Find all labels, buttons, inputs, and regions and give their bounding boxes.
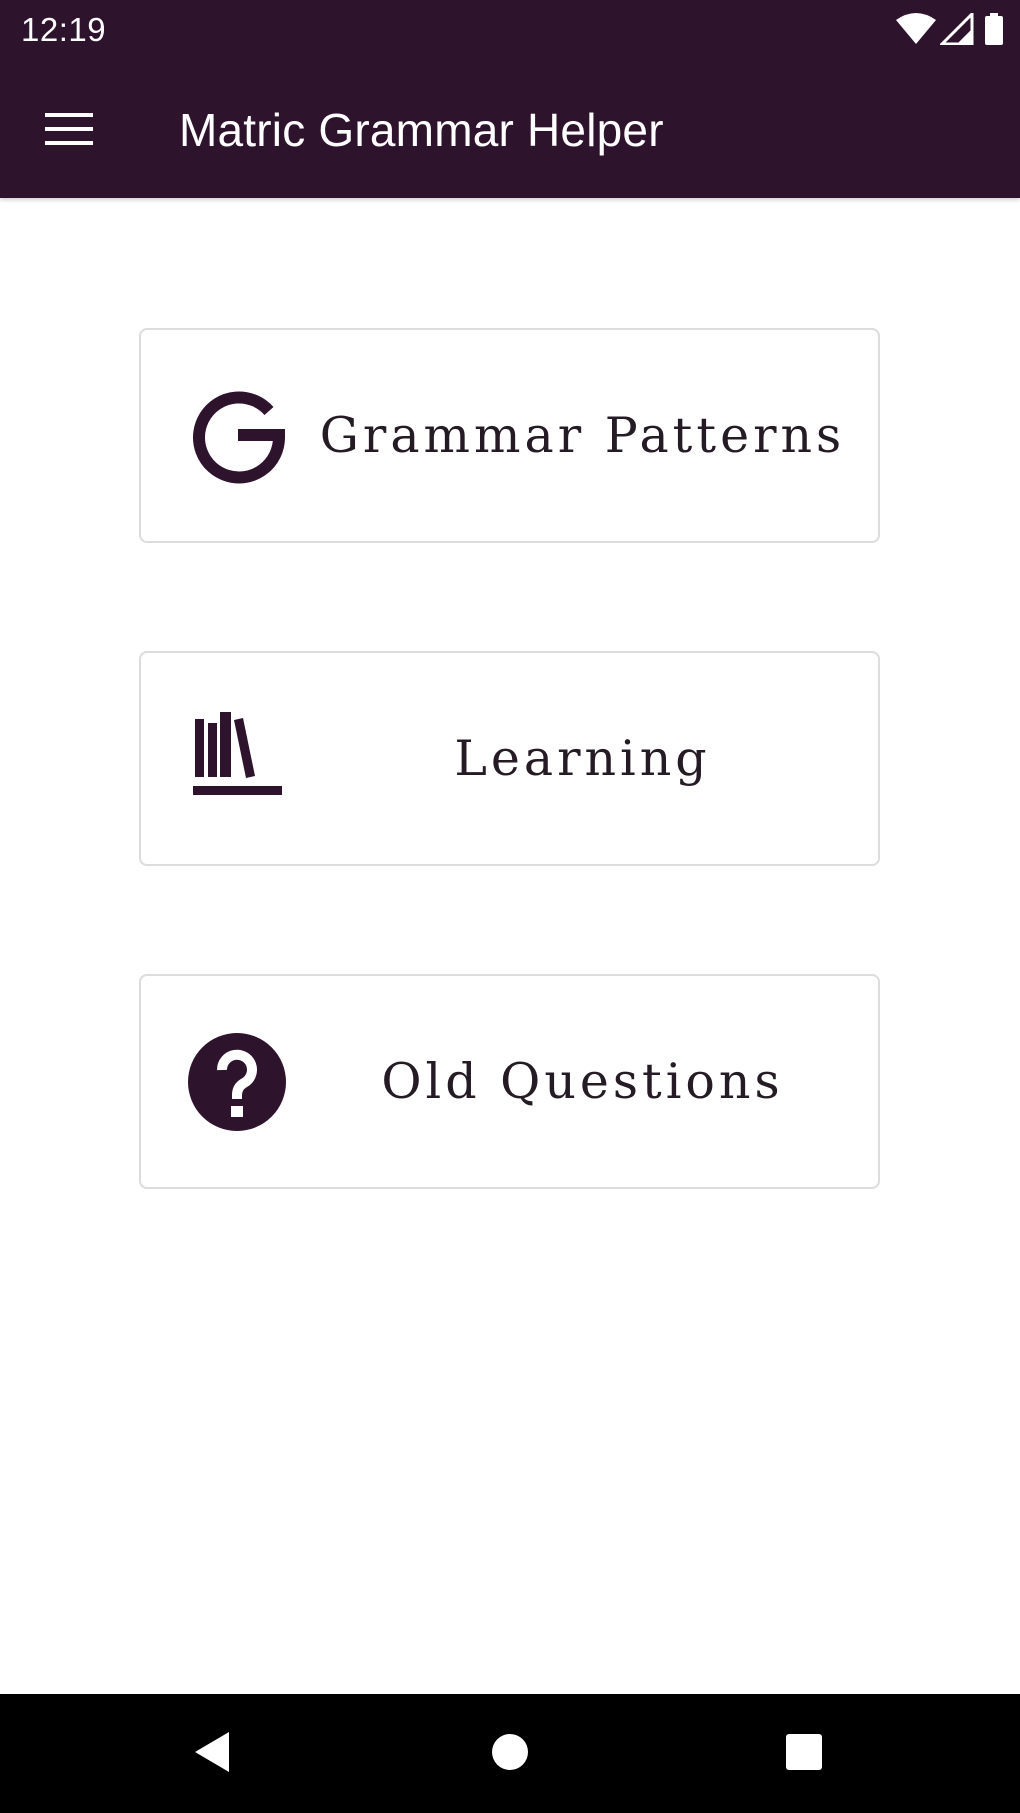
status-bar: 12:19: [0, 0, 1020, 62]
home-icon: [491, 1733, 529, 1776]
battery-icon: [984, 13, 1004, 45]
status-icons: [896, 10, 1004, 46]
app-bar: Matric Grammar Helper: [0, 62, 1020, 198]
question-circle-icon: [187, 1032, 287, 1132]
home-button[interactable]: [472, 1716, 548, 1792]
menu-icon: [45, 111, 93, 152]
back-button[interactable]: [175, 1716, 251, 1792]
app-title: Matric Grammar Helper: [179, 104, 664, 156]
learning-card[interactable]: Learning: [139, 651, 880, 866]
grammar-g-icon: [187, 386, 287, 486]
card-label: Old Questions: [381, 1053, 784, 1110]
books-icon: [187, 709, 287, 809]
recents-icon: [785, 1733, 823, 1776]
wifi-icon: [896, 13, 936, 45]
grammar-patterns-card[interactable]: Grammar Patterns: [139, 328, 880, 543]
system-nav-bar: [0, 1694, 1020, 1813]
card-label: Learning: [454, 730, 711, 787]
old-questions-card[interactable]: Old Questions: [139, 974, 880, 1189]
recents-button[interactable]: [766, 1716, 842, 1792]
back-icon: [193, 1730, 233, 1779]
signal-icon: [938, 10, 974, 46]
card-label: Grammar Patterns: [319, 407, 846, 464]
menu-button[interactable]: [28, 98, 110, 164]
status-time: 12:19: [21, 11, 107, 48]
